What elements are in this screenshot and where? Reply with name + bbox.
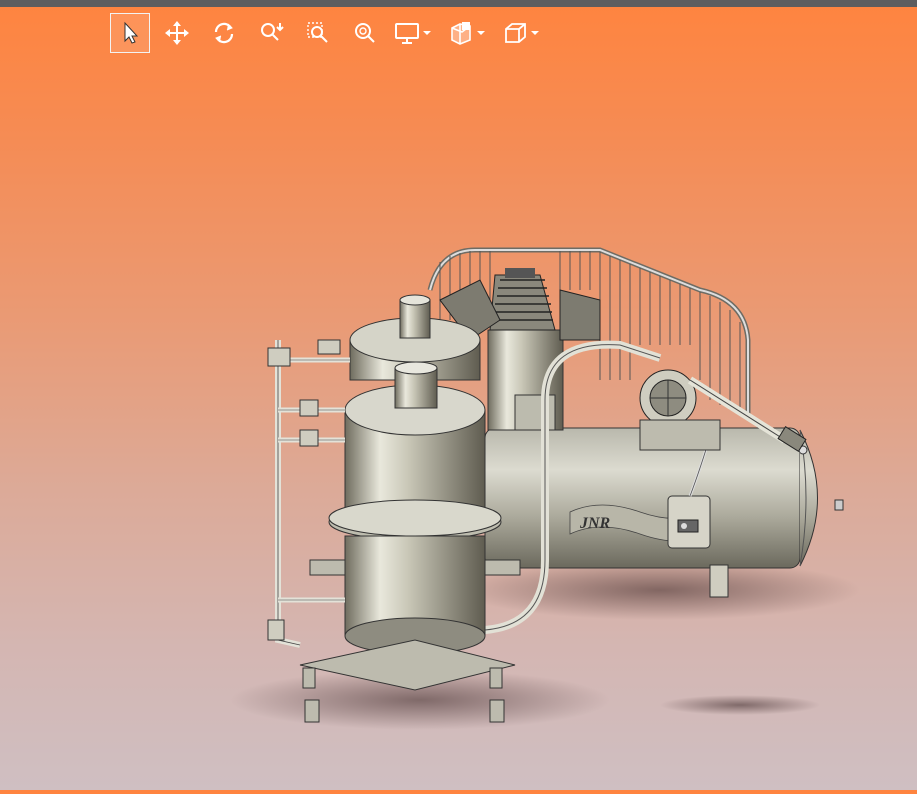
pan-tool-button[interactable] <box>157 13 197 53</box>
monitor-icon <box>395 23 419 44</box>
compressor-model[interactable]: JNR <box>0 60 917 790</box>
section-view-button[interactable] <box>446 13 476 53</box>
piping-manifold[interactable] <box>275 340 350 648</box>
chevron-down-icon <box>423 31 431 35</box>
title-bar <box>0 0 917 7</box>
view-orientation-button[interactable] <box>500 13 530 53</box>
display-mode-button[interactable] <box>392 13 422 53</box>
arrow-cursor-icon <box>124 21 139 44</box>
3d-viewport[interactable]: JNR <box>0 60 917 790</box>
zoom-fit-tool-button[interactable] <box>345 13 385 53</box>
rotate-icon <box>214 22 234 44</box>
move-arrows-icon <box>165 21 189 45</box>
zoom-area-tool-button[interactable] <box>298 13 338 53</box>
select-tool-button[interactable] <box>110 13 150 53</box>
chevron-down-icon <box>531 31 539 35</box>
cube-icon <box>505 23 526 43</box>
zoom-fit-icon <box>355 23 375 43</box>
front-dryer-vessel[interactable] <box>328 361 502 541</box>
front-lower-vessel[interactable] <box>344 535 486 655</box>
pressure-switch-box[interactable] <box>667 495 711 549</box>
viewer-toolbar <box>110 12 554 54</box>
chevron-down-icon <box>477 31 485 35</box>
zoom-area-icon <box>307 22 328 43</box>
section-view-dropdown[interactable] <box>476 13 486 53</box>
nameplate-logo: JNR <box>579 515 611 532</box>
rotate-tool-button[interactable] <box>204 13 244 53</box>
zoom-in-out-icon <box>261 23 284 41</box>
view-orientation-dropdown[interactable] <box>530 13 540 53</box>
section-view-icon <box>451 22 471 45</box>
zoom-tool-button[interactable] <box>251 13 291 53</box>
floor-shadow <box>660 695 820 715</box>
display-mode-dropdown[interactable] <box>422 13 432 53</box>
